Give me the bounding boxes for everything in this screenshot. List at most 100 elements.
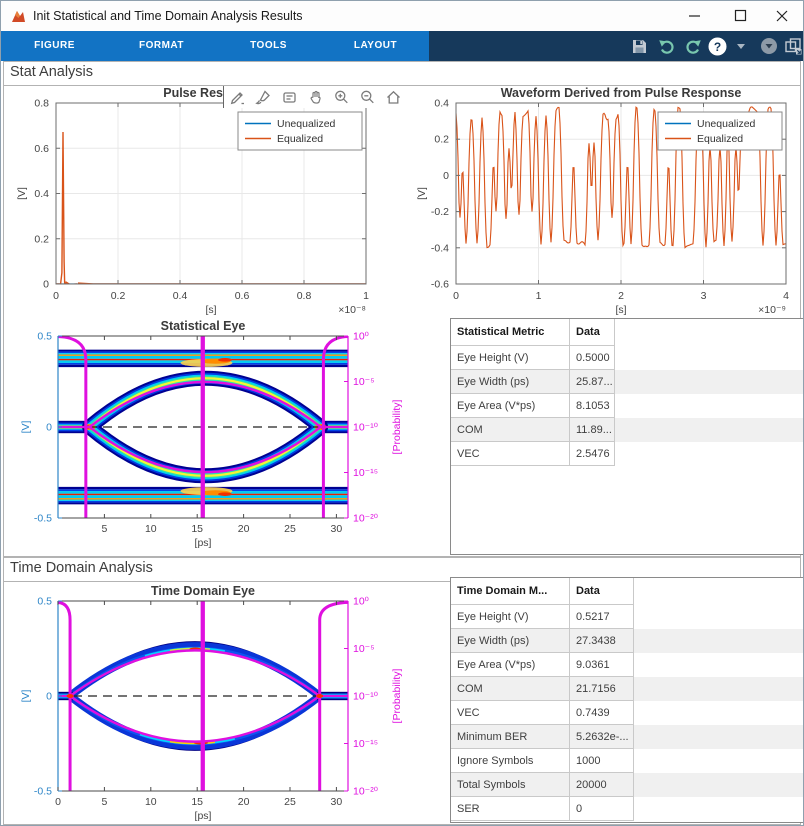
undo-icon[interactable] [655,34,679,58]
x-tick-label: 0.8 [297,290,312,302]
svg-text:?: ? [713,40,720,54]
redo-icon[interactable] [681,34,705,58]
time-domain-metrics-table: Time Domain M...DataEye Height (V)0.5217… [450,577,804,823]
table-row: Minimum BER5.2632e-... [451,725,803,749]
right-y-tick-label: 10⁻¹⁰ [353,691,379,703]
minimize-button[interactable] [677,1,711,31]
tab-layout[interactable]: LAYOUT [322,31,429,61]
y-tick-label: 0.4 [34,188,49,200]
left-y-tick-label: 0.5 [37,596,52,608]
table-cell[interactable]: Eye Height (V) [451,346,570,370]
table-cell[interactable]: COM [451,418,570,442]
x-tick-label: 0.6 [235,290,250,302]
tab-figure[interactable]: FIGURE [1,31,108,61]
x-tick-label: 0 [53,290,59,302]
table-cell[interactable]: VEC [451,442,570,466]
table-cell[interactable]: 21.7156 [570,677,634,701]
legend-entry: Unequalized [277,118,336,130]
table-row: Ignore Symbols1000 [451,749,803,773]
right-y-tick-label: 10⁻⁵ [353,643,375,655]
x-tick-label: 25 [284,796,296,808]
datatip-icon[interactable] [281,89,298,106]
table-cell[interactable]: 5.2632e-... [570,725,634,749]
statistical-metrics-table: Statistical MetricDataEye Height (V)0.50… [450,318,804,555]
y-tick-label: 0.2 [34,233,49,245]
table-cell[interactable]: 0.5217 [570,605,634,629]
table-row: SER0 [451,797,803,821]
left-y-tick-label: -0.5 [34,786,52,798]
table-cell[interactable]: 2.5476 [570,442,615,466]
axes-toolbar [223,86,423,108]
save-icon[interactable] [627,34,651,58]
table-row: VEC0.7439 [451,701,803,725]
left-y-tick-label: 0 [46,422,52,434]
copy-figure-icon[interactable] [781,34,804,58]
table-cell[interactable]: 25.87... [570,370,615,394]
table-cell[interactable]: Total Symbols [451,773,570,797]
table-cell[interactable]: 0.5000 [570,346,615,370]
table-cell[interactable]: COM [451,677,570,701]
table-cell[interactable]: Eye Area (V*ps) [451,653,570,677]
export-icon[interactable] [229,89,246,106]
matlab-app-icon [11,8,27,24]
title-bar: Init Statistical and Time Domain Analysi… [1,1,803,31]
statistical-eye-plot: 510152025300.50-0.510⁰10⁻⁵10⁻¹⁰10⁻¹⁵10⁻²… [9,319,423,557]
table-cell[interactable]: 0 [570,797,634,821]
brush-icon[interactable] [255,89,272,106]
x-tick-label: 20 [238,796,250,808]
table-cell[interactable]: Eye Width (ps) [451,370,570,394]
plot-title: Pulse Res [163,86,223,100]
pan-icon[interactable] [307,89,324,106]
zoom-out-icon[interactable] [359,89,376,106]
zoom-in-icon[interactable] [333,89,350,106]
collapse-ribbon-button[interactable] [757,34,781,58]
close-button[interactable] [765,1,799,31]
right-y-tick-label: 10⁻¹⁵ [353,738,378,750]
ribbon-tab-strip: FIGUREFORMATTOOLSLAYOUT [1,31,429,61]
right-y-tick-label: 10⁻¹⁵ [353,467,378,479]
table-header-cell: Data [570,319,615,346]
table-cell[interactable]: Eye Area (V*ps) [451,394,570,418]
right-y-tick-label: 10⁻²⁰ [353,786,379,798]
help-icon[interactable]: ? [705,34,729,58]
table-row: Eye Width (ps)25.87... [451,370,803,394]
table-cell[interactable]: Minimum BER [451,725,570,749]
tab-tools[interactable]: TOOLS [215,31,322,61]
table-cell[interactable]: SER [451,797,570,821]
table-cell[interactable]: 8.1053 [570,394,615,418]
table-cell[interactable]: Ignore Symbols [451,749,570,773]
x-axis-label: [ps] [195,537,212,549]
home-icon[interactable] [385,89,402,106]
table-row: Eye Height (V)0.5217 [451,605,803,629]
table-cell[interactable]: 0.7439 [570,701,634,725]
x-axis-label: [ps] [195,810,212,822]
y-axis-label-left: [V] [20,421,32,434]
tab-format[interactable]: FORMAT [108,31,215,61]
table-cell[interactable]: VEC [451,701,570,725]
table-cell[interactable]: 11.89... [570,418,615,442]
x-tick-label: 0 [453,290,459,302]
x-axis-label: [s] [615,304,626,316]
table-cell[interactable]: Eye Height (V) [451,605,570,629]
maximize-button[interactable] [723,1,757,31]
legend-entry: Equalized [277,133,323,145]
help-dropdown-caret-icon[interactable] [729,34,753,58]
table-cell[interactable]: 9.0361 [570,653,634,677]
y-tick-label: 0 [443,170,449,182]
y-axis-label: [V] [416,187,428,200]
x-tick-label: 30 [331,796,343,808]
left-y-tick-label: -0.5 [34,513,52,525]
table-cell[interactable]: 1000 [570,749,634,773]
table-cell[interactable]: Eye Width (ps) [451,629,570,653]
y-tick-label: 0.2 [434,134,449,146]
table-cell[interactable]: 20000 [570,773,634,797]
table-row: Eye Width (ps)27.3438 [451,629,803,653]
table-header-cell: Data [570,578,634,605]
y-tick-label: 0.8 [34,98,49,110]
y-tick-label: -0.4 [431,242,449,254]
stat-analysis-header: Stat Analysis [4,62,800,86]
x-tick-label: 0 [55,796,61,808]
table-cell[interactable]: 27.3438 [570,629,634,653]
window-title: Init Statistical and Time Domain Analysi… [33,1,303,31]
x-tick-label: 2 [618,290,624,302]
